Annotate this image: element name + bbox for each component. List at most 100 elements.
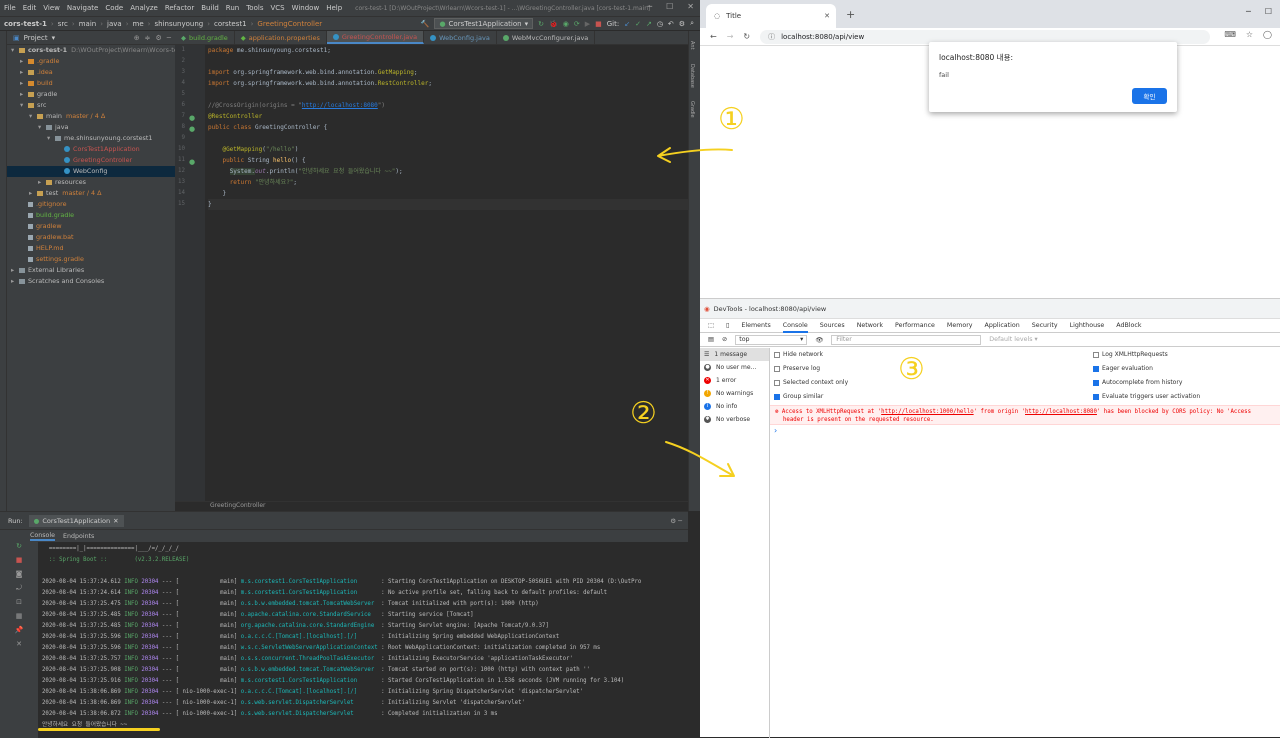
breadcrumb-src[interactable]: src xyxy=(58,20,68,28)
tree-item[interactable]: ▾ cors-test-1 D:\WOutProject\Wrlearn\Wcors… xyxy=(7,45,175,56)
rerun-icon[interactable]: ↻ xyxy=(0,542,38,556)
breadcrumb-java[interactable]: java xyxy=(107,20,122,28)
breadcrumb-me[interactable]: me xyxy=(133,20,144,28)
maximize-icon[interactable]: ☐ xyxy=(666,2,673,11)
tree-item[interactable]: ▾ main master / 4 Δ xyxy=(7,111,175,122)
option-autocomplete[interactable]: Autocomplete from history xyxy=(1093,379,1182,386)
sidebar-item-errors[interactable]: ✕ 1 error xyxy=(700,374,769,387)
tree-arrow-icon[interactable]: ▾ xyxy=(38,122,46,133)
breadcrumb-project[interactable]: cors-test-1 xyxy=(4,20,47,28)
option-group-similar[interactable]: Group similar xyxy=(774,393,823,400)
menu-view[interactable]: View xyxy=(43,4,60,12)
gradle-tool-label[interactable]: Gradle xyxy=(689,87,695,118)
sidebar-item-warnings[interactable]: ! No warnings xyxy=(700,387,769,400)
tree-item[interactable]: ▸ .idea xyxy=(7,67,175,78)
option-hide-network[interactable]: Hide network xyxy=(774,351,823,358)
tab-console[interactable]: Console xyxy=(30,532,55,541)
tree-item[interactable]: ▸ build xyxy=(7,78,175,89)
dump-icon[interactable]: ⊡ xyxy=(0,598,38,612)
reload-icon[interactable]: ↻ xyxy=(743,32,750,41)
tree-item[interactable]: CorsTest1Application xyxy=(7,144,175,155)
spring-bean-gutter-icon[interactable]: ● xyxy=(189,114,195,122)
close-icon[interactable]: ✕ xyxy=(0,640,38,654)
tree-arrow-icon[interactable]: ▸ xyxy=(38,177,46,188)
tree-item[interactable]: ▸ Scratches and Consoles xyxy=(7,276,175,287)
layout-icon[interactable]: ▦ xyxy=(0,612,38,626)
stop-icon[interactable]: ■ xyxy=(595,20,602,28)
tab-greeting-controller[interactable]: GreetingController.java xyxy=(326,31,425,44)
menu-tools[interactable]: Tools xyxy=(246,4,263,12)
profile-icon[interactable]: ⟳ xyxy=(574,20,580,28)
context-select[interactable]: top ▾ xyxy=(735,334,808,345)
option-selected-context[interactable]: Selected context only xyxy=(774,379,848,386)
tree-item[interactable]: ▾ java xyxy=(7,122,175,133)
tree-arrow-icon[interactable]: ▾ xyxy=(20,100,28,111)
tree-item[interactable]: ▸ .gradle xyxy=(7,56,175,67)
breadcrumb-package[interactable]: shinsunyoung xyxy=(154,20,203,28)
menu-run[interactable]: Run xyxy=(226,4,239,12)
tab-sources[interactable]: Sources xyxy=(820,322,845,329)
tree-arrow-icon[interactable]: ▸ xyxy=(20,78,28,89)
close-tab-icon[interactable]: ✕ xyxy=(824,12,830,20)
tab-performance[interactable]: Performance xyxy=(895,322,935,329)
info-icon[interactable]: ⓘ xyxy=(768,32,775,42)
locate-icon[interactable]: ⊕ xyxy=(134,34,140,42)
menu-navigate[interactable]: Navigate xyxy=(67,4,98,12)
hide-icon[interactable]: ─ xyxy=(167,34,171,42)
git-push-icon[interactable]: ↗ xyxy=(646,20,652,28)
inspect-icon[interactable]: ⬚ xyxy=(708,322,714,329)
ant-tool-label[interactable]: Ant xyxy=(689,31,695,50)
breadcrumb-main[interactable]: main xyxy=(79,20,97,28)
console-prompt[interactable]: › xyxy=(774,426,777,435)
new-tab-icon[interactable]: + xyxy=(846,8,855,21)
tree-item[interactable]: GreetingController xyxy=(7,155,175,166)
revert-icon[interactable]: ↶ xyxy=(668,20,674,28)
run-config-dropdown[interactable]: ● CorsTest1Application ▾ xyxy=(434,18,534,29)
close-icon[interactable]: ✕ xyxy=(113,517,118,525)
menu-help[interactable]: Help xyxy=(326,4,342,12)
pin-icon[interactable]: 📌 xyxy=(0,626,38,640)
tree-item[interactable]: ▾ src xyxy=(7,100,175,111)
sidebar-item-user-messages[interactable]: ● No user me... xyxy=(700,361,769,374)
tab-webmvcconfigurer[interactable]: WebMvcConfigurer.java xyxy=(497,31,596,44)
spring-mapping-gutter-icon[interactable]: ● xyxy=(189,158,195,166)
sidebar-item-messages[interactable]: ☰ 1 message xyxy=(700,348,769,361)
tree-item[interactable]: gradlew xyxy=(7,221,175,232)
menu-refactor[interactable]: Refactor xyxy=(165,4,194,12)
collapse-icon[interactable]: ≑ xyxy=(145,34,151,42)
spring-bean-gutter-icon[interactable]: ● xyxy=(189,125,195,133)
forward-icon[interactable]: → xyxy=(727,32,734,41)
tab-console[interactable]: Console xyxy=(782,319,808,333)
menu-vcs[interactable]: VCS xyxy=(270,4,284,12)
menu-window[interactable]: Window xyxy=(292,4,320,12)
tree-arrow-icon[interactable]: ▸ xyxy=(11,265,19,276)
project-title[interactable]: Project xyxy=(24,34,48,42)
option-evaluate-triggers[interactable]: Evaluate triggers user activation xyxy=(1093,393,1200,400)
tab-elements[interactable]: Elements xyxy=(741,322,770,329)
tab-webconfig[interactable]: WebConfig.java xyxy=(424,31,497,44)
sidebar-item-info[interactable]: i No info xyxy=(700,400,769,413)
tree-item[interactable]: HELP.md xyxy=(7,243,175,254)
sidebar-toggle-icon[interactable]: ▤ xyxy=(708,336,714,343)
sidebar-item-verbose[interactable]: ✱ No verbose xyxy=(700,413,769,426)
tab-memory[interactable]: Memory xyxy=(947,322,973,329)
tree-item[interactable]: gradlew.bat xyxy=(7,232,175,243)
tab-build-gradle[interactable]: ◆ build.gradle xyxy=(175,31,235,44)
console-error-message[interactable]: ⊗ Access to XMLHttpRequest at 'http://lo… xyxy=(770,405,1280,425)
settings-icon[interactable]: ⚙ xyxy=(679,20,685,28)
git-commit-icon[interactable]: ✓ xyxy=(635,20,641,28)
tree-item[interactable]: settings.gradle xyxy=(7,254,175,265)
tree-arrow-icon[interactable]: ▸ xyxy=(20,67,28,78)
levels-dropdown[interactable]: Default levels ▾ xyxy=(989,336,1037,343)
console-output[interactable]: ========|_|==============|___/=/_/_/_/ :… xyxy=(42,542,682,738)
database-tool-label[interactable]: Database xyxy=(689,50,695,88)
maximize-icon[interactable]: ☐ xyxy=(1265,7,1272,16)
debug-icon[interactable]: 🐞 xyxy=(549,20,558,28)
tree-item[interactable]: WebConfig xyxy=(7,166,175,177)
rerun-icon[interactable]: ↻ xyxy=(538,20,544,28)
eye-icon[interactable]: 👁 xyxy=(815,336,823,344)
tree-item[interactable]: ▸ test master / 4 Δ xyxy=(7,188,175,199)
account-icon[interactable]: ◯ xyxy=(1263,30,1272,39)
tree-item[interactable]: ▸ resources xyxy=(7,177,175,188)
minimize-icon[interactable]: ─ xyxy=(647,2,652,11)
